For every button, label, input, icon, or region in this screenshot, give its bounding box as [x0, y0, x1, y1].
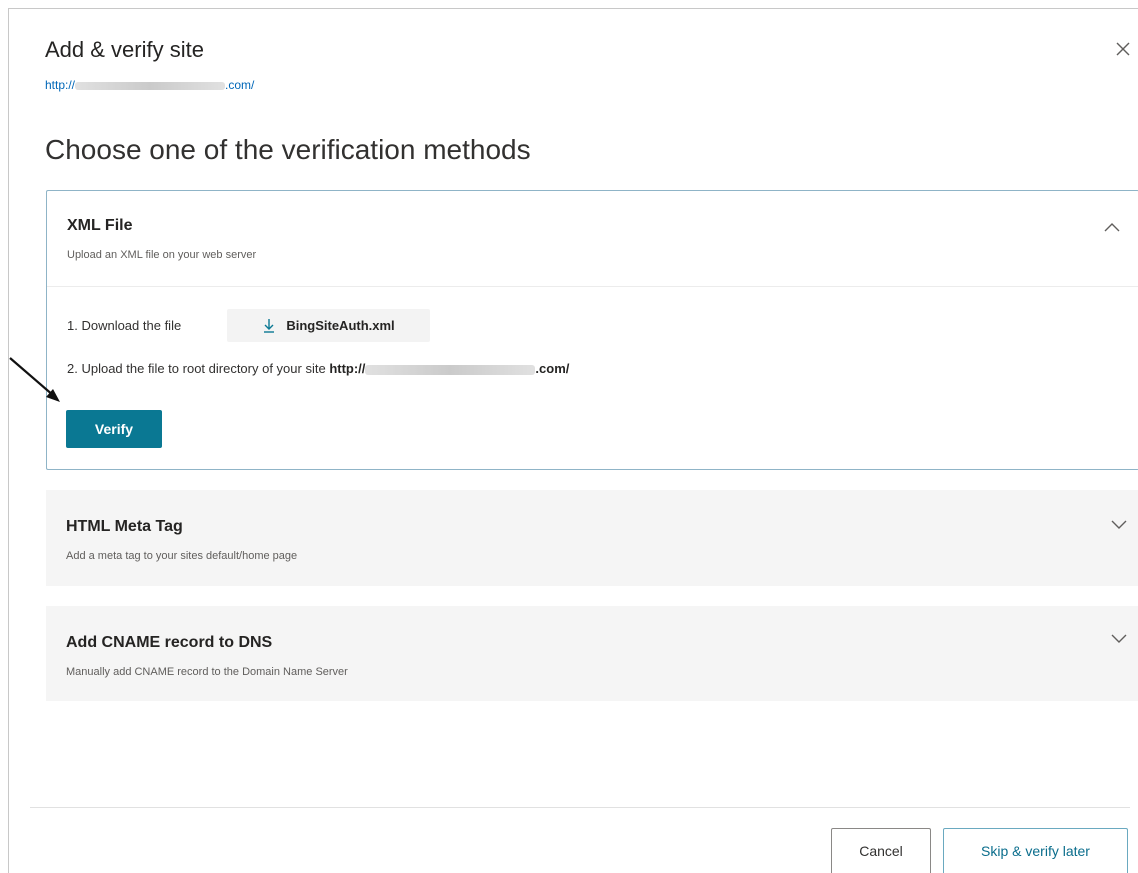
site-url-prefix: http://	[45, 78, 76, 92]
method-description: Upload an XML file on your web server	[67, 249, 257, 261]
method-title: Add CNAME record to DNS	[66, 634, 273, 651]
dialog-title: Add & verify site	[45, 37, 204, 62]
verify-button[interactable]: Verify	[66, 410, 162, 448]
step-download: 1. Download the file	[67, 318, 182, 333]
step-upload: 2. Upload the file to root directory of …	[67, 361, 569, 376]
chevron-down-icon[interactable]	[1110, 632, 1128, 644]
site-url-suffix: .com/	[225, 78, 255, 92]
step-upload-url: http:// .com/	[329, 361, 569, 376]
cancel-button[interactable]: Cancel	[831, 828, 931, 873]
close-icon[interactable]	[1113, 39, 1133, 59]
xml-file-method-panel: XML File Upload an XML file on your web …	[46, 190, 1138, 470]
footer-divider	[30, 807, 1130, 808]
step-upload-label: 2. Upload the file to root directory of …	[67, 361, 326, 376]
site-url: http:// .com/	[45, 78, 254, 92]
chevron-down-icon[interactable]	[1110, 518, 1128, 530]
xml-file-panel-header[interactable]: XML File Upload an XML file on your web …	[47, 191, 1138, 287]
method-title: HTML Meta Tag	[66, 518, 183, 535]
download-bingsiteauth-button[interactable]: BingSiteAuth.xml	[227, 309, 430, 342]
cname-record-method-panel[interactable]: Add CNAME record to DNS Manually add CNA…	[46, 606, 1138, 701]
panel-divider	[47, 286, 1138, 287]
redacted-domain	[365, 364, 536, 375]
verification-methods-heading: Choose one of the verification methods	[45, 134, 531, 165]
method-description: Add a meta tag to your sites default/hom…	[66, 550, 298, 562]
skip-verify-later-button[interactable]: Skip & verify later	[943, 828, 1128, 873]
method-title: XML File	[67, 217, 133, 234]
html-meta-tag-method-panel[interactable]: HTML Meta Tag Add a meta tag to your sit…	[46, 490, 1138, 586]
redacted-domain	[75, 81, 226, 90]
upload-url-suffix: .com/	[535, 361, 570, 376]
upload-url-prefix: http://	[329, 361, 366, 376]
method-description: Manually add CNAME record to the Domain …	[66, 666, 348, 678]
add-verify-site-dialog: Add & verify site http:// .com/ Choose on…	[8, 8, 1138, 873]
download-icon	[264, 318, 275, 333]
chevron-up-icon[interactable]	[1103, 221, 1121, 233]
annotation-arrow-icon	[9, 357, 60, 402]
download-file-name: BingSiteAuth.xml	[286, 318, 395, 333]
